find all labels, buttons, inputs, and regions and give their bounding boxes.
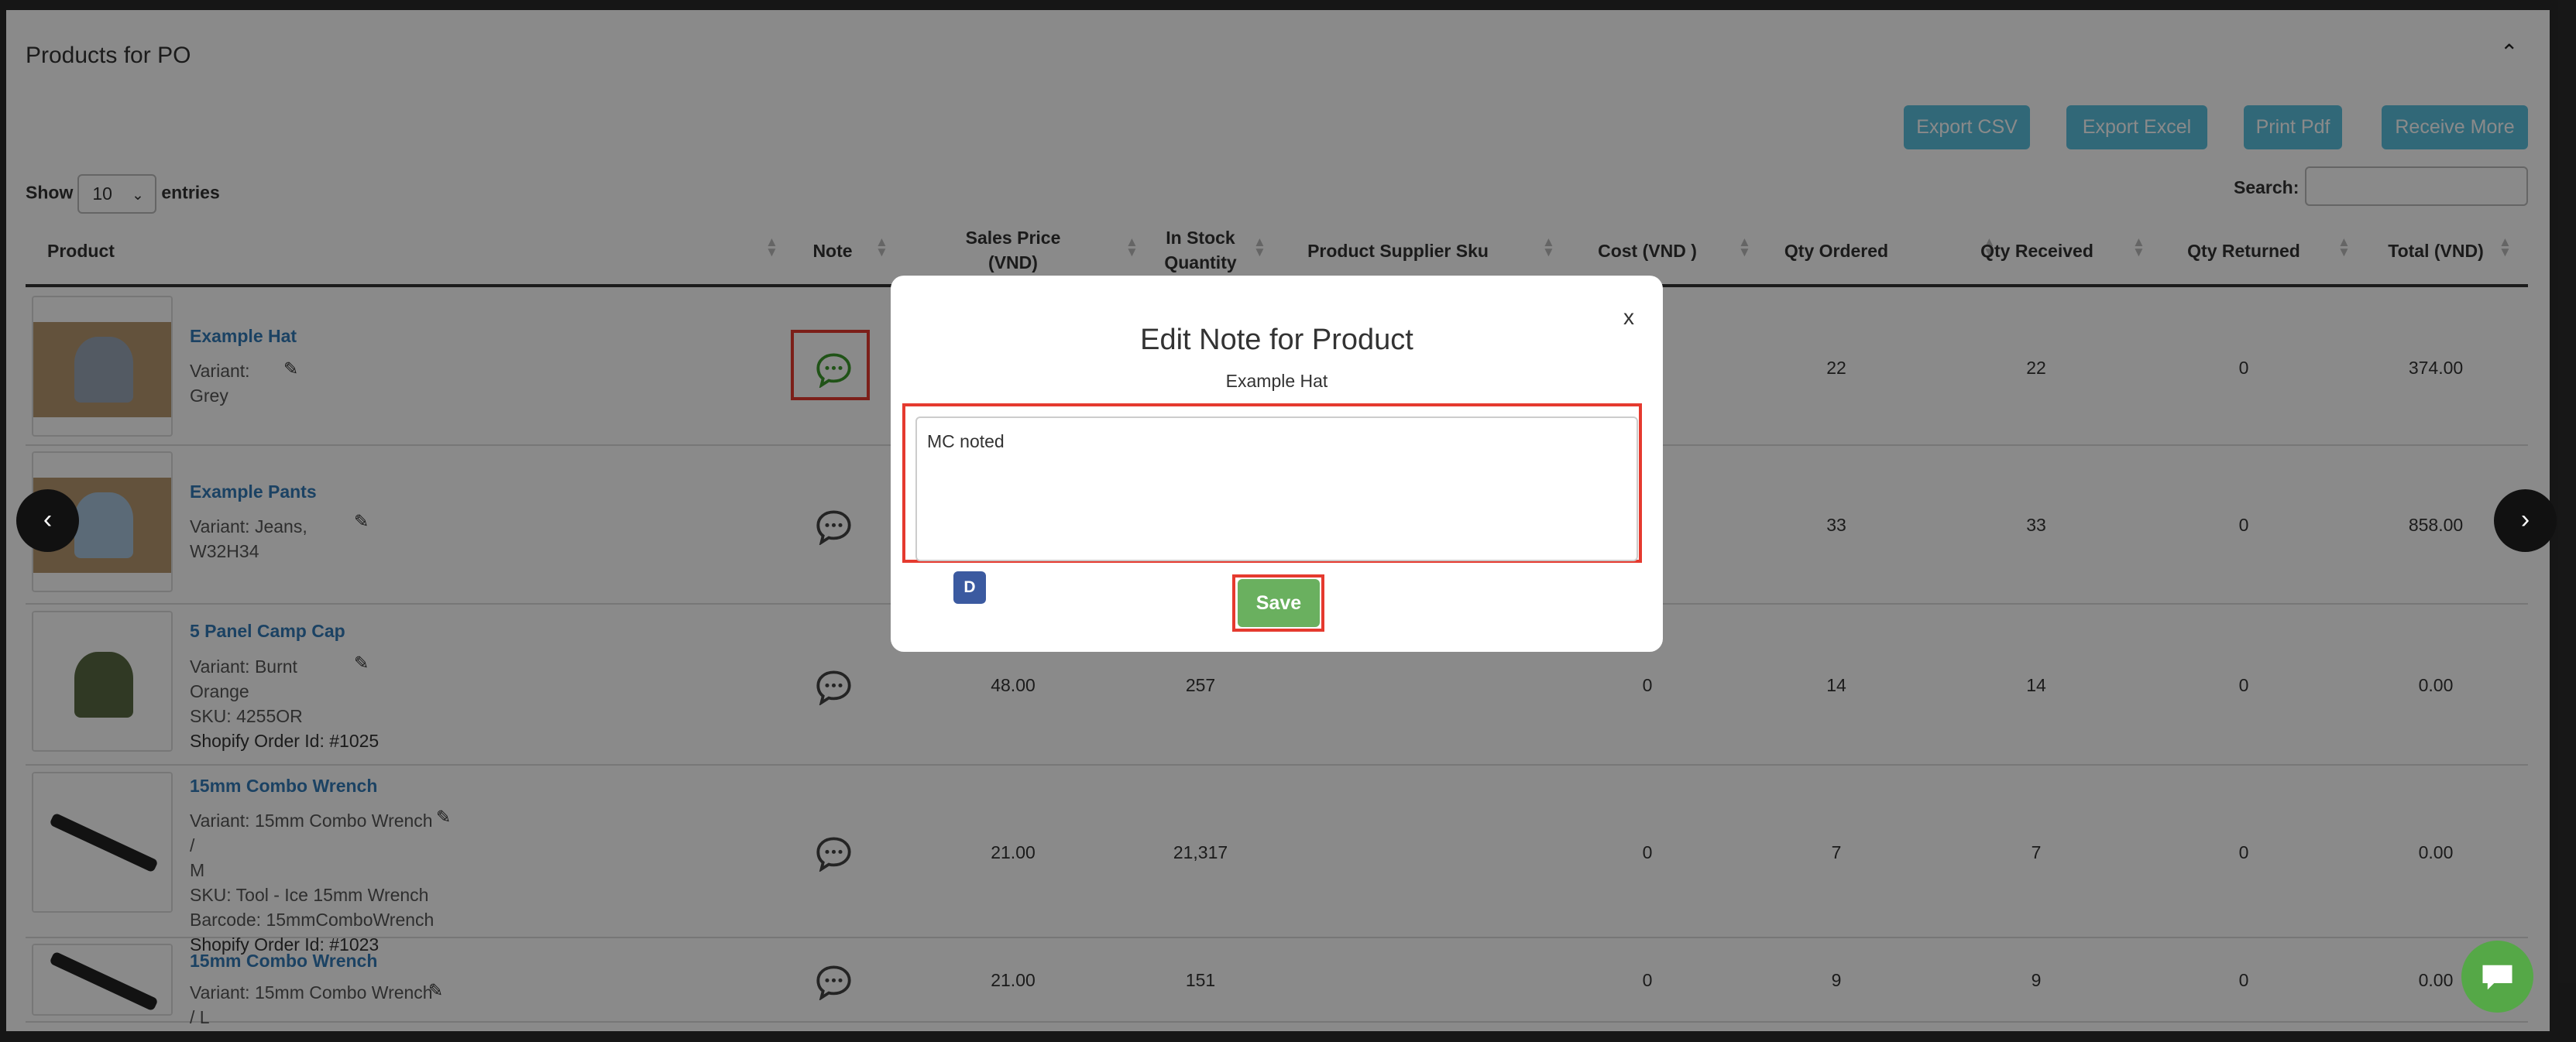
screen: Products for PO ⌃ Export CSV Export Exce…: [0, 0, 2576, 1042]
modal-product-name: Example Hat: [1225, 371, 1328, 391]
next-arrow-button[interactable]: ›: [2494, 489, 2557, 552]
modal-title: Edit Note for Product: [1140, 324, 1413, 356]
previous-arrow-button[interactable]: ‹: [16, 489, 79, 552]
translate-icon[interactable]: D: [953, 571, 986, 604]
chat-icon: [2482, 965, 2512, 990]
live-chat-button[interactable]: [2461, 941, 2533, 1013]
save-button[interactable]: Save: [1238, 579, 1320, 627]
edit-note-modal: x Edit Note for Product Example Hat MC n…: [891, 276, 1663, 652]
note-textarea[interactable]: MC noted: [915, 416, 1638, 561]
